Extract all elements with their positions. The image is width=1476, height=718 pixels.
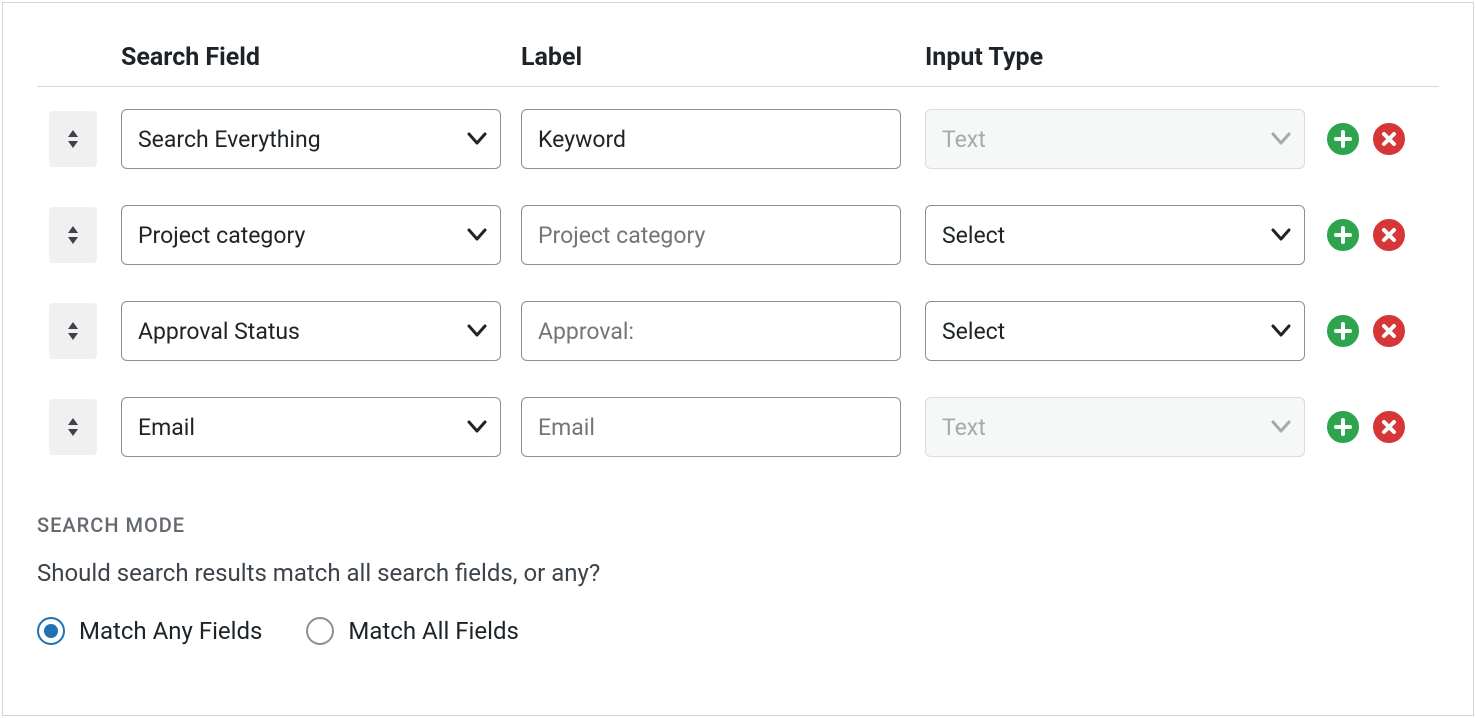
input-type-select[interactable]: Select	[925, 301, 1305, 361]
remove-row-button[interactable]	[1373, 219, 1405, 251]
input-type-select: Text	[925, 109, 1305, 169]
drag-handle[interactable]	[49, 303, 97, 359]
search-field-select[interactable]: Approval Status	[121, 301, 501, 361]
field-row: Project category Select	[37, 187, 1439, 283]
drag-handle[interactable]	[49, 111, 97, 167]
drag-handle[interactable]	[49, 207, 97, 263]
plus-icon	[1334, 226, 1352, 244]
add-row-button[interactable]	[1327, 315, 1359, 347]
radio-match-all[interactable]: Match All Fields	[306, 617, 518, 645]
field-row: Approval Status Select	[37, 283, 1439, 379]
header-field: Search Field	[121, 43, 521, 72]
search-mode-heading: SEARCH MODE	[37, 513, 1439, 537]
label-input[interactable]	[521, 301, 901, 361]
search-mode-radios: Match Any Fields Match All Fields	[37, 617, 1439, 645]
radio-match-any-label: Match Any Fields	[79, 617, 262, 645]
plus-icon	[1334, 130, 1352, 148]
search-field-select[interactable]: Project category	[121, 205, 501, 265]
header-type: Input Type	[925, 43, 1305, 72]
search-field-select[interactable]: Email	[121, 397, 501, 457]
radio-match-any[interactable]: Match Any Fields	[37, 617, 262, 645]
input-type-select[interactable]: Select	[925, 205, 1305, 265]
close-icon	[1381, 227, 1397, 243]
close-icon	[1381, 419, 1397, 435]
search-fields-panel: Search Field Label Input Type Search Eve…	[2, 2, 1474, 716]
search-field-select[interactable]: Search Everything	[121, 109, 501, 169]
plus-icon	[1334, 322, 1352, 340]
close-icon	[1381, 323, 1397, 339]
search-mode-description: Should search results match all search f…	[37, 559, 1439, 587]
close-icon	[1381, 131, 1397, 147]
field-row: Email Text	[37, 379, 1439, 475]
label-input[interactable]	[521, 109, 901, 169]
label-input[interactable]	[521, 397, 901, 457]
table-header: Search Field Label Input Type	[37, 3, 1439, 87]
header-label: Label	[521, 43, 925, 72]
remove-row-button[interactable]	[1373, 315, 1405, 347]
input-type-select: Text	[925, 397, 1305, 457]
add-row-button[interactable]	[1327, 123, 1359, 155]
plus-icon	[1334, 418, 1352, 436]
remove-row-button[interactable]	[1373, 123, 1405, 155]
remove-row-button[interactable]	[1373, 411, 1405, 443]
add-row-button[interactable]	[1327, 219, 1359, 251]
radio-match-all-label: Match All Fields	[348, 617, 518, 645]
label-input[interactable]	[521, 205, 901, 265]
add-row-button[interactable]	[1327, 411, 1359, 443]
field-row: Search Everything Text	[37, 91, 1439, 187]
drag-handle[interactable]	[49, 399, 97, 455]
